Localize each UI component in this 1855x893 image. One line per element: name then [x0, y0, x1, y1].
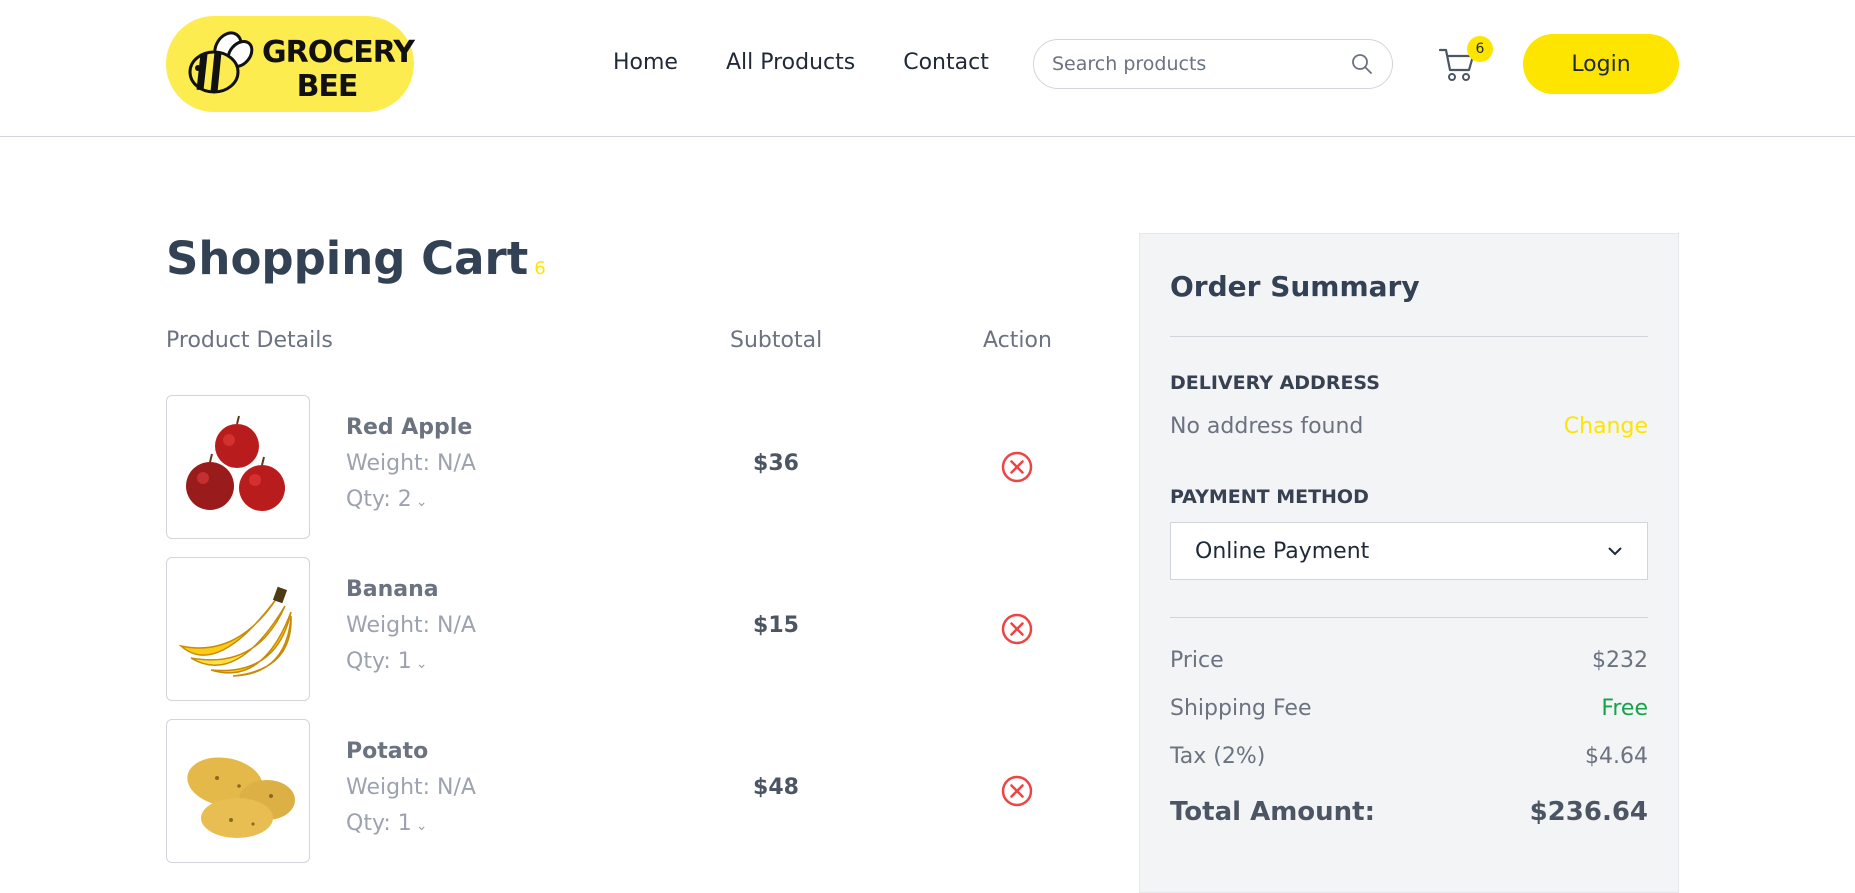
- nav-all-products[interactable]: All Products: [726, 50, 855, 75]
- page-title: Shopping Cart 6: [166, 232, 546, 285]
- item-name: Banana: [346, 577, 439, 602]
- item-subtotal: $15: [753, 613, 799, 638]
- login-button[interactable]: Login: [1523, 34, 1679, 94]
- cart-count-badge: 6: [1467, 36, 1493, 62]
- chevron-down-icon: ⌄: [415, 656, 428, 672]
- remove-item-icon[interactable]: [1000, 450, 1034, 484]
- banana-image[interactable]: [166, 557, 310, 701]
- item-subtotal: $48: [753, 775, 799, 800]
- change-address-link[interactable]: Change: [1564, 414, 1648, 439]
- order-summary-title: Order Summary: [1170, 270, 1420, 303]
- cart-item: Banana Weight: N/A Qty: 1 ⌄ $15: [166, 557, 1066, 701]
- cart-item: Potato Weight: N/A Qty: 1 ⌄ $48: [166, 719, 1066, 863]
- quantity-dropdown[interactable]: Qty: 2 ⌄: [346, 487, 428, 512]
- chevron-down-icon: ⌄: [415, 818, 428, 834]
- tax-label: Tax (2%): [1170, 744, 1266, 769]
- potato-image[interactable]: [166, 719, 310, 863]
- bee-icon: [188, 31, 254, 94]
- delivery-address-value: No address found: [1170, 414, 1364, 439]
- navbar: GROCERY BEE Home All Products Contact 6 …: [0, 0, 1855, 137]
- search-input[interactable]: [1052, 53, 1350, 75]
- total-row: Total Amount: $236.64: [1170, 797, 1648, 827]
- red-apple-image[interactable]: [166, 395, 310, 539]
- quantity-dropdown[interactable]: Qty: 1 ⌄: [346, 811, 428, 836]
- item-subtotal: $36: [753, 451, 799, 476]
- cart-title-count: 6: [534, 258, 546, 279]
- header-action: Action: [983, 328, 1052, 353]
- total-label: Total Amount:: [1170, 797, 1376, 827]
- brand-logo[interactable]: GROCERY BEE: [166, 16, 415, 112]
- item-weight: Weight: N/A: [346, 613, 476, 638]
- header-subtotal: Subtotal: [730, 328, 823, 353]
- price-row: Price $232: [1170, 648, 1648, 673]
- quantity-dropdown[interactable]: Qty: 1 ⌄: [346, 649, 428, 674]
- item-name: Red Apple: [346, 415, 473, 440]
- remove-item-icon[interactable]: [1000, 612, 1034, 646]
- divider: [1170, 336, 1648, 337]
- total-value: $236.64: [1529, 797, 1648, 827]
- chevron-down-icon: ⌄: [415, 494, 428, 510]
- remove-item-icon[interactable]: [1000, 774, 1034, 808]
- chevron-down-icon: [1608, 547, 1622, 556]
- price-value: $232: [1592, 648, 1648, 673]
- nav-links: Home All Products Contact: [613, 50, 989, 75]
- search-icon[interactable]: [1350, 52, 1374, 76]
- item-weight: Weight: N/A: [346, 775, 476, 800]
- order-summary-panel: Order Summary DELIVERY ADDRESS No addres…: [1139, 233, 1679, 893]
- tax-row: Tax (2%) $4.64: [1170, 744, 1648, 769]
- search-bar: [1033, 39, 1393, 89]
- shipping-value: Free: [1601, 696, 1648, 721]
- divider: [1170, 617, 1648, 618]
- item-weight: Weight: N/A: [346, 451, 476, 476]
- shipping-label: Shipping Fee: [1170, 696, 1312, 721]
- item-name: Potato: [346, 739, 429, 764]
- delivery-address-label: DELIVERY ADDRESS: [1170, 372, 1380, 394]
- tax-value: $4.64: [1585, 744, 1648, 769]
- price-label: Price: [1170, 648, 1224, 673]
- brand-name: GROCERY BEE: [262, 35, 415, 104]
- cart-item: Red Apple Weight: N/A Qty: 2 ⌄ $36: [166, 395, 1066, 539]
- nav-contact[interactable]: Contact: [903, 50, 989, 75]
- payment-method-label: PAYMENT METHOD: [1170, 486, 1369, 508]
- header-product-details: Product Details: [166, 328, 333, 353]
- nav-home[interactable]: Home: [613, 50, 678, 75]
- payment-method-value: Online Payment: [1195, 538, 1370, 564]
- payment-method-select[interactable]: Online Payment: [1170, 522, 1648, 580]
- shipping-row: Shipping Fee Free: [1170, 696, 1648, 721]
